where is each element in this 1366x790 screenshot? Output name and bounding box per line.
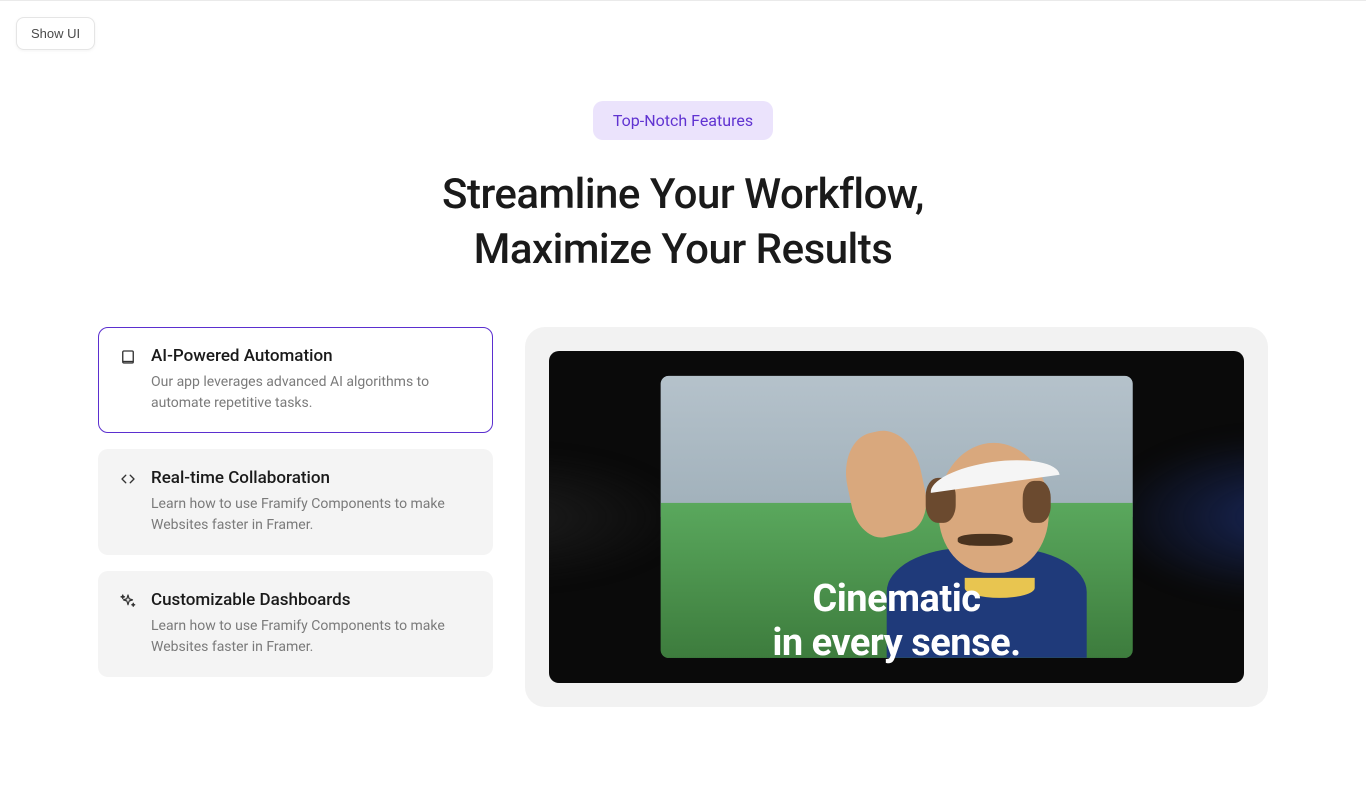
feature-badge: Top-Notch Features [593, 101, 773, 140]
code-icon [119, 470, 137, 488]
feature-card-dashboards[interactable]: Customizable Dashboards Learn how to use… [98, 571, 493, 677]
overlay-line-1: Cinematic [812, 577, 980, 621]
person-hand [838, 424, 933, 542]
feature-text: Real-time Collaboration Learn how to use… [151, 468, 472, 536]
content-row: AI-Powered Automation Our app leverages … [98, 327, 1268, 707]
show-ui-button[interactable]: Show UI [16, 17, 95, 50]
header-section: Top-Notch Features Streamline Your Workf… [98, 101, 1268, 277]
person-mustache [957, 534, 1012, 546]
media-preview[interactable]: Cinematic in every sense. [549, 351, 1244, 683]
feature-card-collaboration[interactable]: Real-time Collaboration Learn how to use… [98, 449, 493, 555]
feature-desc: Our app leverages advanced AI algorithms… [151, 372, 472, 414]
title-line-1: Streamline Your Workflow, [442, 170, 924, 219]
feature-title: Real-time Collaboration [151, 468, 472, 488]
feature-desc: Learn how to use Framify Components to m… [151, 616, 472, 658]
feature-list: AI-Powered Automation Our app leverages … [98, 327, 493, 677]
main-container: Top-Notch Features Streamline Your Workf… [98, 1, 1268, 707]
feature-text: Customizable Dashboards Learn how to use… [151, 590, 472, 658]
title-line-2: Maximize Your Results [474, 225, 893, 274]
overlay-line-2: in every sense. [772, 621, 1020, 665]
feature-text: AI-Powered Automation Our app leverages … [151, 346, 472, 414]
media-panel: Cinematic in every sense. [525, 327, 1268, 707]
person-hair-right [1022, 481, 1050, 523]
feature-desc: Learn how to use Framify Components to m… [151, 494, 472, 536]
feature-title: Customizable Dashboards [151, 590, 472, 610]
page-title: Streamline Your Workflow, Maximize Your … [98, 168, 1268, 277]
media-overlay-text: Cinematic in every sense. [549, 578, 1244, 665]
feature-title: AI-Powered Automation [151, 346, 472, 366]
book-icon [119, 348, 137, 366]
feature-card-ai-automation[interactable]: AI-Powered Automation Our app leverages … [98, 327, 493, 433]
sparkle-icon [119, 592, 137, 610]
